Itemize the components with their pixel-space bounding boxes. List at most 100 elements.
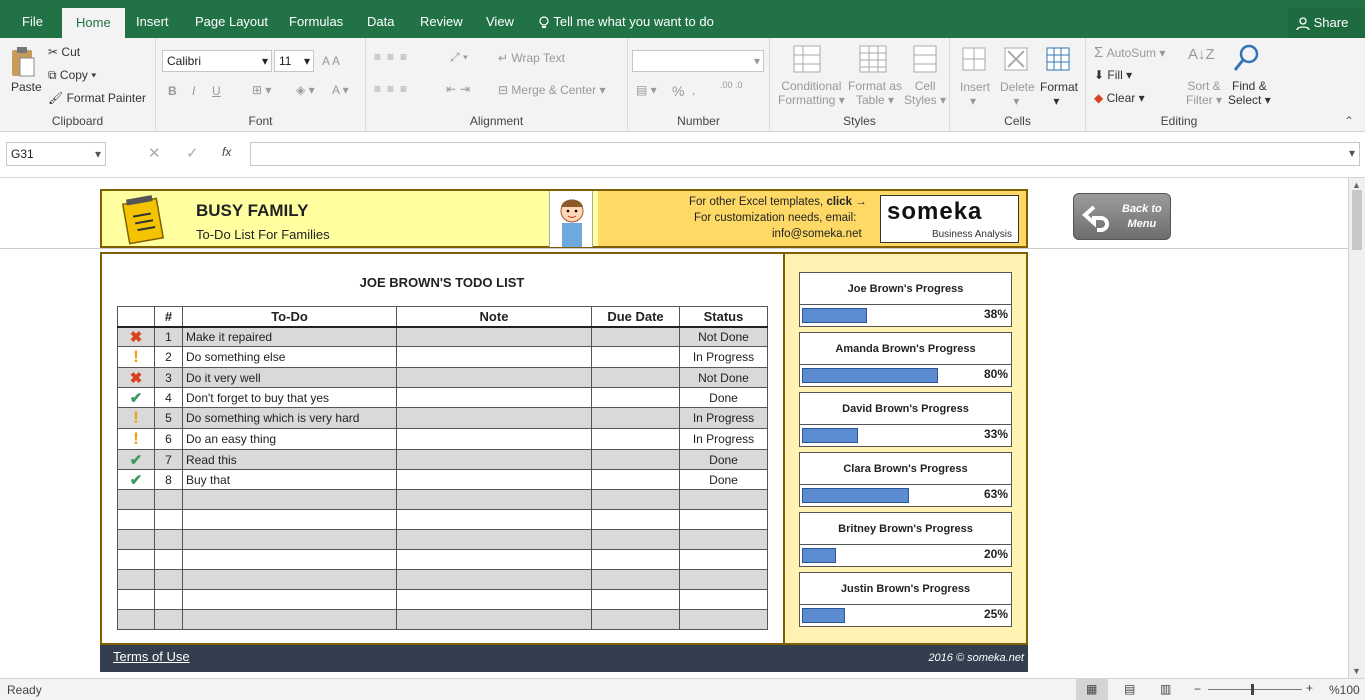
due-date-cell[interactable] (591, 549, 680, 570)
row-number-cell[interactable] (154, 589, 183, 610)
status-cell[interactable] (679, 569, 768, 590)
tab-formulas[interactable]: Formulas (283, 0, 349, 38)
tab-file[interactable]: File (16, 0, 49, 38)
due-date-cell[interactable] (591, 509, 680, 530)
find-select-button[interactable]: Find & Select ▾ (1228, 79, 1271, 107)
decimal-icons[interactable]: .00 .0 (720, 81, 743, 90)
todo-cell[interactable] (182, 529, 397, 550)
status-icon-cell[interactable] (117, 489, 155, 510)
row-number-cell[interactable]: 2 (154, 346, 183, 368)
tab-home[interactable]: Home (62, 8, 125, 38)
table-row[interactable] (117, 549, 768, 570)
status-cell[interactable] (679, 529, 768, 550)
underline-button[interactable]: U (212, 84, 221, 98)
cell-styles-icon[interactable] (912, 44, 938, 77)
status-cell[interactable]: Not Done (679, 367, 768, 388)
row-number-cell[interactable]: 5 (154, 407, 183, 429)
insert-button[interactable]: Insert ▾ (960, 80, 990, 108)
someka-logo[interactable]: someka Business Analysis (880, 195, 1019, 243)
status-icon-cell[interactable]: ✔ (117, 449, 155, 470)
copy-button[interactable]: ⧉ Copy ▾ (48, 68, 96, 83)
back-to-menu-button[interactable]: Back to Menu (1073, 193, 1171, 240)
row-number-cell[interactable]: 8 (154, 469, 183, 490)
conditional-formatting-button[interactable]: Conditional Formatting ▾ (778, 79, 845, 107)
due-date-cell[interactable] (591, 326, 680, 347)
due-date-cell[interactable] (591, 428, 680, 450)
table-row[interactable] (117, 589, 768, 610)
row-number-cell[interactable] (154, 529, 183, 550)
status-icon-cell[interactable]: ! (117, 346, 155, 368)
share-button[interactable]: Share (1288, 8, 1365, 38)
status-cell[interactable] (679, 589, 768, 610)
todo-cell[interactable]: Don't forget to buy that yes (182, 387, 397, 408)
delete-cells-icon[interactable] (1002, 45, 1030, 76)
status-icon-cell[interactable] (117, 529, 155, 550)
formula-input[interactable]: ▾ (250, 142, 1360, 166)
status-cell[interactable] (679, 509, 768, 530)
row-number-cell[interactable] (154, 609, 183, 630)
horizontal-align-icons[interactable]: ≡≡≡ (374, 82, 413, 96)
click-link[interactable]: click → (826, 196, 866, 208)
status-cell[interactable] (679, 489, 768, 510)
zoom-slider-thumb[interactable] (1251, 684, 1254, 695)
font-color-icon[interactable]: A ▾ (332, 83, 349, 97)
status-cell[interactable] (679, 549, 768, 570)
table-row[interactable]: ✔ 8 Buy that Done (117, 469, 768, 490)
table-row[interactable] (117, 609, 768, 630)
templates-link[interactable]: For other Excel templates, click → (689, 196, 867, 208)
note-cell[interactable] (396, 569, 592, 590)
table-row[interactable]: ! 2 Do something else In Progress (117, 346, 768, 368)
row-number-cell[interactable]: 4 (154, 387, 183, 408)
due-date-cell[interactable] (591, 529, 680, 550)
note-cell[interactable] (396, 449, 592, 470)
check-icon[interactable]: ✓ (186, 144, 199, 162)
note-cell[interactable] (396, 346, 592, 368)
magnifier-icon[interactable] (1232, 44, 1260, 77)
zoom-slider[interactable] (1208, 689, 1302, 690)
table-row[interactable] (117, 509, 768, 530)
font-size-select[interactable]: 11 ▾ (274, 50, 314, 72)
conditional-formatting-icon[interactable] (792, 44, 822, 77)
fill-color-icon[interactable]: ◈ ▾ (296, 83, 315, 97)
zoom-out-icon[interactable]: − (1194, 682, 1201, 696)
tell-me-search[interactable]: Tell me what you want to do (538, 0, 714, 38)
due-date-cell[interactable] (591, 387, 680, 408)
paste-button[interactable] (10, 46, 36, 83)
font-grow-icon[interactable]: A A (322, 54, 340, 68)
status-icon-cell[interactable] (117, 589, 155, 610)
todo-cell[interactable] (182, 489, 397, 510)
todo-cell[interactable]: Do an easy thing (182, 428, 397, 450)
row-number-cell[interactable] (154, 569, 183, 590)
status-icon-cell[interactable]: ✖ (117, 326, 155, 347)
due-date-cell[interactable] (591, 449, 680, 470)
insert-cells-icon[interactable] (960, 45, 988, 76)
zoom-level[interactable]: %100 (1329, 683, 1360, 697)
due-date-cell[interactable] (591, 569, 680, 590)
due-date-cell[interactable] (591, 609, 680, 630)
row-number-cell[interactable]: 1 (154, 326, 183, 347)
note-cell[interactable] (396, 589, 592, 610)
todo-cell[interactable]: Buy that (182, 469, 397, 490)
email-link[interactable]: info@someka.net (772, 228, 862, 240)
todo-cell[interactable]: Do something else (182, 346, 397, 368)
format-cells-icon[interactable] (1044, 45, 1072, 76)
todo-cell[interactable]: Make it repaired (182, 326, 397, 347)
status-cell[interactable]: Done (679, 469, 768, 490)
fill-button[interactable]: ⬇ Fill ▾ (1094, 68, 1132, 82)
status-icon-cell[interactable] (117, 509, 155, 530)
status-cell[interactable]: Done (679, 387, 768, 408)
note-cell[interactable] (396, 428, 592, 450)
note-cell[interactable] (396, 609, 592, 630)
scroll-down-icon[interactable]: ▼ (1352, 666, 1361, 676)
sort-filter-icon[interactable]: A↓Z (1188, 46, 1215, 63)
status-cell[interactable]: Not Done (679, 326, 768, 347)
borders-icon[interactable]: ⊞ ▾ (252, 83, 271, 97)
tab-insert[interactable]: Insert (130, 0, 175, 38)
note-cell[interactable] (396, 407, 592, 429)
row-number-cell[interactable] (154, 489, 183, 510)
due-date-cell[interactable] (591, 489, 680, 510)
tab-page-layout[interactable]: Page Layout (189, 0, 274, 38)
zoom-in-icon[interactable]: + (1306, 681, 1313, 695)
status-icon-cell[interactable] (117, 569, 155, 590)
row-number-cell[interactable] (154, 509, 183, 530)
